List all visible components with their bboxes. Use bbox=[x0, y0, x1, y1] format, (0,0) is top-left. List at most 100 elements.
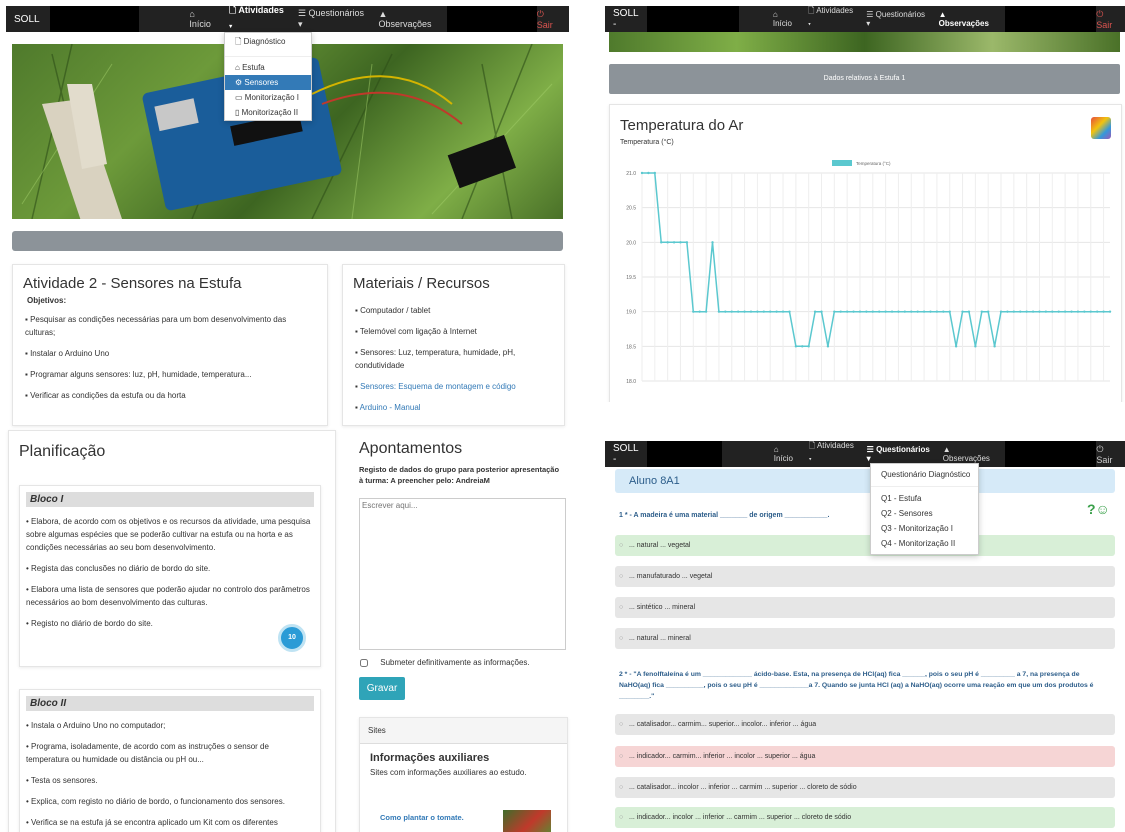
data-point bbox=[871, 310, 874, 313]
link-sensores-esquema[interactable]: ▪ Sensores: Esquema de montagem e código bbox=[355, 380, 552, 393]
data-point bbox=[1025, 310, 1028, 313]
menu-item-q2[interactable]: Q2 - Sensores bbox=[871, 506, 978, 521]
redacted-block bbox=[446, 6, 537, 32]
nav-questionarios[interactable]: ☰ Questionários ▾ bbox=[867, 445, 933, 463]
data-point bbox=[865, 310, 868, 313]
answer-q1-d[interactable]: ... natural ... mineral bbox=[615, 628, 1115, 649]
sites-header: Sites bbox=[360, 718, 567, 744]
notes-textarea[interactable] bbox=[359, 498, 566, 650]
menu-item-q3[interactable]: Q3 - Monitorização I bbox=[871, 521, 978, 536]
materiais-title: Materiais / Recursos bbox=[353, 275, 490, 292]
list-item: ▪ Telemóvel com ligação à Internet bbox=[355, 327, 477, 336]
answer-q2-c[interactable]: ... catalisador... incolor ... inferior … bbox=[615, 777, 1115, 798]
data-point bbox=[756, 310, 759, 313]
estufa-banner: Dados relativos à Estufa 1 bbox=[609, 64, 1120, 94]
aluno-header: Aluno 8A1 bbox=[615, 469, 1115, 493]
menu-item-estufa[interactable]: ⌂ Estufa bbox=[225, 60, 311, 75]
data-point bbox=[916, 310, 919, 313]
nav-sair[interactable]: ⏻ Sair bbox=[1096, 444, 1125, 465]
data-point bbox=[980, 310, 983, 313]
navbar: SOLL - ⌂ Início 🗋 Atividades ▾ ☰ Questio… bbox=[605, 441, 1125, 467]
data-point bbox=[1044, 310, 1048, 313]
list-item: ▪ Sensores: Luz, temperatura, humidade, … bbox=[355, 348, 516, 370]
apontamentos-title: Apontamentos bbox=[359, 440, 463, 457]
data-point bbox=[948, 310, 951, 313]
redacted-block bbox=[647, 6, 739, 32]
data-point bbox=[692, 310, 695, 313]
redacted-block bbox=[1005, 441, 1097, 467]
nav-atividades[interactable]: 🗋 Atividades ▾ bbox=[808, 5, 856, 33]
menu-item-q1[interactable]: Q1 - Estufa bbox=[871, 491, 978, 506]
data-point bbox=[1057, 310, 1060, 313]
navbar: SOLL ⌂ Início 🗋 Atividades ▾ ☰ Questioná… bbox=[6, 3, 569, 35]
data-point bbox=[986, 310, 990, 313]
data-point bbox=[974, 345, 977, 348]
link-arduino-manual[interactable]: ▪ Arduino - Manual bbox=[355, 401, 552, 414]
bloco-item: • Instala o Arduino Uno no computador; bbox=[26, 721, 166, 730]
bloco-item: • Verifica se na estufa já se encontra a… bbox=[26, 818, 278, 827]
nav-inicio[interactable]: ⌂ Início bbox=[774, 445, 799, 463]
brand[interactable]: SOLL - bbox=[605, 8, 643, 30]
panel-activity: SOLL ⌂ Início 🗋 Atividades ▾ ☰ Questioná… bbox=[0, 0, 575, 832]
data-point bbox=[730, 310, 733, 313]
data-point bbox=[653, 171, 657, 175]
data-point bbox=[1019, 310, 1022, 313]
nav-inicio[interactable]: ⌂ Início bbox=[189, 9, 217, 29]
panel-quiz: SOLL - ⌂ Início 🗋 Atividades ▾ ☰ Questio… bbox=[605, 437, 1125, 832]
menu-item-sensores[interactable]: ⚙ Sensores bbox=[225, 75, 311, 90]
data-point bbox=[839, 310, 842, 313]
data-point bbox=[929, 310, 932, 313]
menu-item-q-diagnostico[interactable]: Questionário Diagnóstico bbox=[871, 467, 978, 482]
nav-questionarios[interactable]: ☰ Questionários ▾ bbox=[866, 10, 928, 28]
submit-checkbox[interactable] bbox=[360, 658, 368, 667]
data-point bbox=[717, 310, 721, 313]
answer-q1-b[interactable]: ... manufaturado ... vegetal bbox=[615, 566, 1115, 587]
brand[interactable]: SOLL bbox=[6, 14, 40, 25]
planificacao-card: Planificação Bloco I • Elabora, de acord… bbox=[8, 430, 336, 832]
nav-sair[interactable]: ⏻ Sair bbox=[1096, 9, 1125, 30]
apontamentos-subtitle: Registo de dados do grupo para posterior… bbox=[359, 465, 560, 485]
menu-item-diagnostico[interactable]: 🗋 Diagnóstico bbox=[225, 33, 311, 53]
data-point bbox=[1031, 310, 1035, 313]
answer-q1-c[interactable]: ... sintético ... mineral bbox=[615, 597, 1115, 618]
data-point bbox=[679, 241, 682, 244]
data-point bbox=[820, 310, 823, 313]
menu-item-monitorizacao-2[interactable]: ▯ Monitorização II bbox=[225, 105, 311, 120]
nav-observacoes[interactable]: ▲ Observações bbox=[943, 445, 998, 463]
sites-panel: Sites Informações auxiliares Sites com i… bbox=[359, 717, 568, 832]
data-point bbox=[993, 345, 996, 348]
gravar-button[interactable]: Gravar bbox=[359, 677, 405, 700]
link-tomate[interactable]: Como plantar o tomate. bbox=[380, 813, 464, 822]
menu-item-q4[interactable]: Q4 - Monitorização II bbox=[871, 536, 978, 551]
bloco-item: • Elabora uma lista de sensores que pode… bbox=[26, 585, 310, 607]
planificacao-title: Planificação bbox=[19, 443, 106, 460]
nav-questionarios[interactable]: ☰ Questionários ▾ bbox=[298, 8, 367, 30]
data-point bbox=[724, 310, 727, 313]
y-tick-label: 18.5 bbox=[626, 344, 636, 350]
answer-q2-a[interactable]: ... catalisador... carmim... superior...… bbox=[615, 714, 1115, 735]
answer-q1-a[interactable]: ... natural ... vegetal bbox=[615, 535, 1115, 556]
list-item: ▪ Computador / tablet bbox=[355, 306, 431, 315]
answer-q2-d[interactable]: ... indicador... incolor ... inferior ..… bbox=[615, 807, 1115, 828]
data-point bbox=[672, 241, 676, 244]
nav-atividades[interactable]: 🗋 Atividades ▾ bbox=[809, 440, 857, 468]
bloco-item: • Registo no diário de bordo do site. bbox=[26, 619, 153, 628]
data-point bbox=[769, 310, 772, 313]
data-point bbox=[897, 310, 900, 313]
menu-item-monitorizacao-1[interactable]: ▭ Monitorização I bbox=[225, 90, 311, 105]
nav-sair[interactable]: ⏻ Sair bbox=[537, 9, 569, 30]
answer-q2-b[interactable]: ... indicador... carmim... inferior ... … bbox=[615, 746, 1115, 767]
bloco-item: • Programa, isoladamente, de acordo com … bbox=[26, 742, 269, 764]
temperature-chart: 21.0 20.5 20.0 19.5 19.0 18.5 18.0 Temperatura … bbox=[626, 160, 1112, 385]
data-point bbox=[640, 171, 644, 175]
nav-observacoes[interactable]: ▲ Observações bbox=[939, 10, 997, 28]
brand[interactable]: SOLL - bbox=[605, 443, 643, 465]
nav-inicio[interactable]: ⌂ Início bbox=[773, 10, 798, 28]
data-point bbox=[878, 310, 881, 313]
nav-observacoes[interactable]: ▲ Observações bbox=[379, 9, 439, 29]
data-point bbox=[1063, 310, 1067, 313]
nav-atividades[interactable]: 🗋 Atividades ▾ bbox=[229, 3, 286, 35]
data-point bbox=[954, 345, 958, 348]
submit-checkbox-row: Submeter definitivamente as informações. bbox=[360, 658, 530, 667]
data-point bbox=[1089, 310, 1092, 313]
